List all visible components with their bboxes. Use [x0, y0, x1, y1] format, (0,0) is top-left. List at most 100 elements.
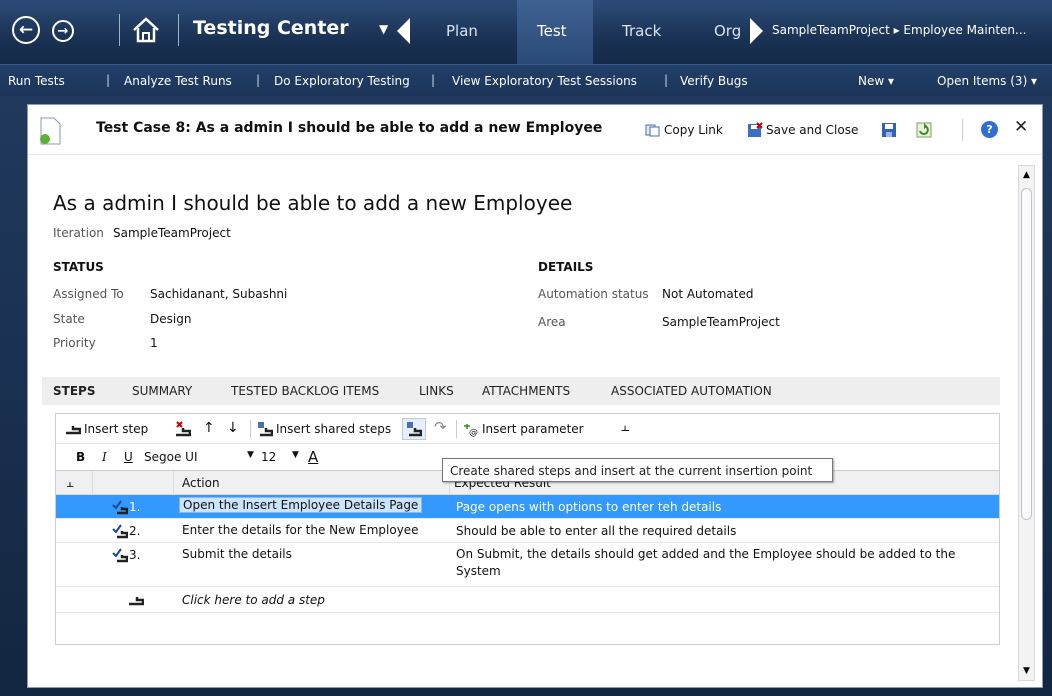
save-close-button[interactable]: Save and Close: [747, 122, 858, 138]
svg-text:@: @: [469, 428, 478, 437]
step-expected[interactable]: Should be able to enter all the required…: [456, 523, 996, 540]
font-size-dropdown-icon[interactable]: ▼: [292, 450, 299, 460]
attachment-icon[interactable]: ⫠: [621, 419, 629, 435]
step-row[interactable]: 1. Open the Insert Employee Details Page…: [56, 495, 999, 519]
area-label: Area: [538, 315, 566, 329]
step-action[interactable]: Open the Insert Employee Details Page: [179, 497, 423, 513]
tab-links[interactable]: LINKS: [419, 384, 454, 398]
forward-icon[interactable]: →: [52, 20, 74, 42]
project-breadcrumb[interactable]: SampleTeamProject ▸ Employee Mainten...: [772, 23, 1052, 37]
separator: |: [106, 73, 111, 87]
separator: |: [431, 73, 436, 87]
insert-step-button[interactable]: Insert step: [65, 421, 148, 437]
step-validate-icon: [112, 548, 128, 563]
home-icon[interactable]: [131, 14, 161, 46]
step-number: 1.: [112, 499, 140, 515]
nav-exploratory-testing[interactable]: Do Exploratory Testing: [274, 74, 410, 88]
add-step-prompt[interactable]: Click here to add a step: [182, 593, 325, 607]
redo-icon[interactable]: ↷: [434, 418, 447, 436]
close-icon[interactable]: ✕: [1014, 117, 1028, 137]
column-action[interactable]: Action: [182, 476, 220, 490]
back-icon[interactable]: ←: [12, 16, 40, 44]
step-number: 2.: [112, 523, 140, 539]
tab-steps[interactable]: STEPS: [53, 384, 95, 398]
hub-plan[interactable]: Plan: [446, 22, 478, 40]
underline-button[interactable]: U: [124, 450, 133, 464]
create-shared-steps-button[interactable]: [402, 418, 426, 440]
move-up-icon[interactable]: ↑: [203, 420, 215, 436]
center-title[interactable]: Testing Center: [193, 17, 349, 39]
priority-value[interactable]: 1: [150, 336, 158, 350]
tab-summary[interactable]: SUMMARY: [132, 384, 192, 398]
tab-tested-backlog-items[interactable]: TESTED BACKLOG ITEMS: [231, 384, 379, 398]
insert-step-icon: [66, 426, 81, 435]
nav-run-tests[interactable]: Run Tests: [8, 74, 65, 88]
scroll-up-icon[interactable]: ▲: [1023, 170, 1030, 180]
new-step-icon: [129, 597, 144, 606]
hub-track[interactable]: Track: [622, 22, 661, 40]
vertical-scrollbar[interactable]: ▲ ▼: [1018, 165, 1035, 681]
hub-scroll-left-icon[interactable]: [397, 18, 410, 44]
iteration-label: Iteration: [53, 226, 104, 240]
testing-center-app: ← → Testing Center ▼ Plan Test Track Org…: [0, 0, 1052, 696]
shared-steps-icon: [258, 422, 273, 437]
step-number-label: 3.: [129, 548, 141, 562]
font-family-dropdown-icon[interactable]: ▼: [247, 450, 254, 460]
refresh-icon[interactable]: [916, 122, 932, 138]
italic-button[interactable]: I: [102, 450, 107, 464]
new-menu[interactable]: New ▾: [858, 74, 894, 88]
nav-view-sessions[interactable]: View Exploratory Test Sessions: [452, 74, 637, 88]
font-family-select[interactable]: Segoe UI: [144, 450, 197, 464]
test-case-window: Test Case 8: As a admin I should be able…: [27, 104, 1043, 688]
add-step-row[interactable]: Click here to add a step: [56, 587, 999, 613]
assigned-to-label: Assigned To: [53, 287, 124, 301]
test-case-heading[interactable]: As a admin I should be able to add a new…: [53, 191, 572, 215]
iteration-value[interactable]: SampleTeamProject: [113, 226, 231, 240]
center-dropdown-icon[interactable]: ▼: [379, 22, 388, 36]
save-icon[interactable]: [881, 122, 897, 138]
tooltip: Create shared steps and insert at the cu…: [442, 458, 833, 482]
area-value[interactable]: SampleTeamProject: [662, 315, 780, 329]
tab-attachments[interactable]: ATTACHMENTS: [482, 384, 570, 398]
step-expected[interactable]: Page opens with options to enter teh det…: [456, 499, 996, 516]
window-header: Test Case 8: As a admin I should be able…: [28, 105, 1042, 155]
nav-analyze-test-runs[interactable]: Analyze Test Runs: [124, 74, 232, 88]
font-size-select[interactable]: 12: [261, 450, 276, 464]
step-row[interactable]: 3. Submit the details On Submit, the det…: [56, 543, 999, 587]
step-action[interactable]: Enter the details for the New Employee: [182, 523, 419, 537]
hub-scroll-right-icon[interactable]: [750, 18, 763, 44]
test-case-icon: [40, 117, 61, 145]
state-value[interactable]: Design: [150, 312, 191, 326]
insert-shared-steps-button[interactable]: Insert shared steps: [257, 421, 391, 437]
separator: |: [664, 73, 669, 87]
open-items-menu[interactable]: Open Items (3) ▾: [937, 74, 1037, 88]
scroll-down-icon[interactable]: ▼: [1023, 666, 1030, 676]
hub-org[interactable]: Org: [714, 22, 742, 40]
step-number: 3.: [112, 547, 140, 563]
sub-navigation: Run Tests | Analyze Test Runs | Do Explo…: [0, 64, 1052, 96]
step-validate-icon: [112, 524, 128, 539]
scroll-thumb[interactable]: [1021, 188, 1032, 520]
tab-associated-automation[interactable]: ASSOCIATED AUTOMATION: [611, 384, 772, 398]
font-color-button[interactable]: A: [308, 448, 318, 466]
top-bar: ← → Testing Center ▼ Plan Test Track Org…: [0, 0, 1052, 64]
save-close-icon: [748, 122, 763, 137]
priority-label: Priority: [53, 336, 96, 350]
bold-button[interactable]: B: [76, 450, 85, 464]
step-expected[interactable]: On Submit, the details should get added …: [456, 546, 996, 580]
copy-link-label: Copy Link: [664, 123, 723, 137]
attachment-column-icon: ⫠: [66, 476, 74, 491]
delete-step-icon[interactable]: [175, 421, 191, 437]
assigned-to-value[interactable]: Sachidanant, Subashni: [150, 287, 287, 301]
help-icon[interactable]: ?: [981, 121, 998, 138]
hub-test[interactable]: Test: [537, 22, 567, 40]
font-family-value: Segoe UI: [144, 450, 198, 464]
move-down-icon[interactable]: ↓: [227, 420, 239, 436]
copy-link-button[interactable]: Copy Link: [645, 122, 723, 138]
separator: [119, 14, 120, 46]
state-label: State: [53, 312, 85, 326]
nav-verify-bugs[interactable]: Verify Bugs: [680, 74, 748, 88]
step-action[interactable]: Submit the details: [182, 547, 292, 561]
insert-parameter-button[interactable]: @ Insert parameter: [463, 421, 584, 437]
step-row[interactable]: 2. Enter the details for the New Employe…: [56, 519, 999, 543]
